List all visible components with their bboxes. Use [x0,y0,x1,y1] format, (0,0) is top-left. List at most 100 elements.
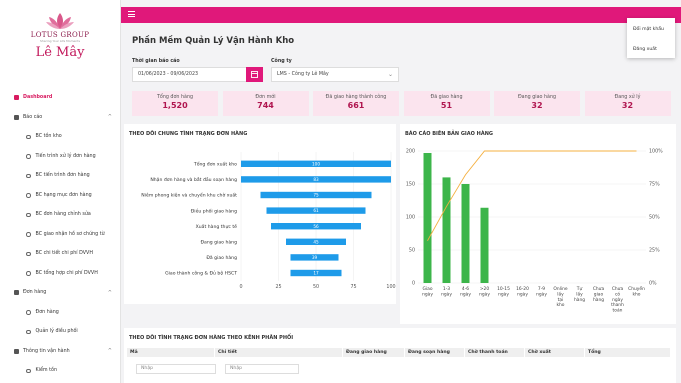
sidebar-item-label: Tiến trình xử lý đơn hàng [35,153,96,159]
sidebar-subitem[interactable]: Quản lý điều phối [0,322,120,342]
circle-icon [26,212,31,217]
sidebar-item-label: BC chi tiết chi phí DVVH [35,251,93,257]
channel-table-title: THEO DÕI TÌNH TRẠNG ĐƠN HÀNG THEO KÊNH P… [129,335,294,341]
stat-label: Đã giao hàng [430,95,463,100]
stat-value: 744 [257,101,274,110]
sidebar-nav: Dashboard Báo cáo ^ BC tồn kho Tiến trình xử… [0,88,120,381]
stat-card: Đang giao hàng 32 [494,91,580,116]
x-tick-label: >20 ngày [479,286,490,297]
bar-value-label: 45 [313,239,319,244]
menu-icon [14,95,19,101]
stat-card: Đơn mới 744 [222,91,309,116]
bar-value-label: 100 [312,161,320,166]
order-status-chart: 0 25 50 75 100 Tổng đơn xuất kho 100 Nhận đơn h… [141,152,396,290]
code-filter-input[interactable]: Nhập [136,364,216,374]
sidebar-subitem[interactable]: BC hạng mục đơn hàng [0,186,120,206]
stat-label: Đã giao hàng thành công [325,95,387,100]
category-label: Nhận đơn hàng và bắt đầu soạn hàng [150,175,237,183]
bar [442,177,451,283]
sidebar-item-label: Đơn hàng [23,290,47,296]
bar-value-label: 56 [313,224,319,229]
category-label: Đang giao hàng [201,239,238,246]
category-label: Điều phối giao hàng [191,206,237,214]
company-brand: LOTUS GROUP [30,31,90,39]
delivery-report-chart: 0 0% 50 25% 100 50% 150 75% 200 100% Giao ngày 1-3 ng… [406,149,663,314]
sidebar-item-label: Báo cáo [23,114,43,120]
sidebar-item-label: Thông tin vận hành [23,348,70,354]
circle-icon [26,232,31,237]
column-header: Đang soạn hàng [405,348,465,357]
x-tick-label: 100 [386,284,395,290]
category-label: Niêm phong kiện và chuyển khu chờ xuất [141,192,237,199]
calendar-button[interactable] [246,67,263,82]
stat-card: Đã giao hàng thành công 661 [313,91,399,116]
sidebar-subitem[interactable]: BC tiến trình đơn hàng [0,166,120,186]
sidebar-subitem[interactable]: BC giao nhận hồ sơ chứng từ [0,225,120,245]
sidebar-item-label: Quản lý điều phối [35,329,78,335]
x-tick-label: 0 [239,284,242,290]
y2-tick-label: 75% [649,182,660,188]
x-tick-label: 25 [275,284,281,290]
y-tick-label: 150 [406,182,415,188]
x-tick-label: Chuyển kho [628,285,645,297]
circle-icon [26,310,31,315]
column-header: Chờ thanh toán [465,348,525,357]
sidebar-item[interactable]: Dashboard [0,88,120,108]
x-tick-label: Online lấy tại kho [553,286,567,308]
column-header: Tổng [585,348,671,357]
bar-value-label: 61 [313,208,319,213]
stat-label: Đơn mới [255,95,276,100]
sidebar-subitem[interactable]: BC chi tiết chi phí DVVH [0,244,120,264]
x-tick-label: 75 [350,284,356,290]
sidebar-subitem[interactable]: Kiểm tồn [0,361,120,381]
category-label: Giao thành công & Đủ bộ HSCT [165,270,237,277]
channel-status-panel: THEO DÕI TÌNH TRẠNG ĐƠN HÀNG THEO KÊNH P… [124,328,676,383]
hamburger-menu-icon[interactable] [128,11,135,18]
x-tick-label: Tự lấy hàng [574,286,585,303]
sidebar: LOTUS GROUP Sharing Your Life Moments Lê… [0,0,121,383]
sidebar-subitem[interactable]: BC tồn kho [0,127,120,147]
detail-filter-input[interactable]: Nhập [225,364,299,374]
sidebar-subitem[interactable]: BC tổng hợp chi phí DVVH [0,264,120,284]
x-tick-label: Chưa giao hàng [593,286,605,303]
circle-icon [26,134,31,139]
bar-value-label: 39 [312,255,318,260]
sidebar-item[interactable]: Thông tin vận hành ^ [0,342,120,362]
sidebar-item[interactable]: Đơn hàng ^ [0,283,120,303]
date-range-input[interactable]: 01/06/2023 - 09/06/2023 [132,67,248,82]
stat-card: Đang xử lý 32 [584,91,671,116]
chevron-up-icon: ^ [107,289,112,296]
brand-logo: LOTUS GROUP Sharing Your Life Moments Lê… [0,0,120,88]
sidebar-item-label: Dashboard [23,95,53,101]
circle-icon [26,368,31,373]
company-label: Công ty [271,59,292,64]
sidebar-item[interactable]: Báo cáo ^ [0,108,120,128]
top-bar [121,7,681,23]
order-status-panel: THEO DÕI CHUNG TÌNH TRẠNG ĐƠN HÀNG 0 25 50… [124,124,396,304]
sidebar-item-label: BC tổng hợp chi phí DVVH [35,270,98,276]
stat-value: 1,520 [162,101,188,110]
circle-icon [26,251,31,256]
stat-card: Đã giao hàng 51 [403,91,490,116]
stat-label: Tổng đơn hàng [156,95,194,100]
stat-value: 32 [621,101,634,110]
x-tick-label: 16-20 ngày [516,286,529,297]
chevron-down-icon: ⌄ [387,71,393,78]
sidebar-item-label: BC tồn kho [35,134,62,140]
sidebar-subitem[interactable]: BC đơn hàng chỉnh sửa [0,205,120,225]
y2-tick-label: 50% [649,215,660,221]
bar [423,152,432,283]
sidebar-subitem[interactable]: Đơn hàng [0,303,120,323]
stat-value: 661 [347,101,365,110]
sidebar-subitem[interactable]: Tiến trình xử lý đơn hàng [0,147,120,167]
chevron-up-icon: ^ [107,114,112,121]
bar [461,184,470,283]
menu-icon [14,348,19,354]
sidebar-item-label: BC đơn hàng chỉnh sửa [35,212,91,218]
circle-icon [26,154,31,159]
y-tick-label: 100 [406,215,415,221]
category-label: Đã giao hàng [206,254,237,261]
column-header: Mã [127,348,215,357]
sidebar-item-label: Đơn hàng [35,309,59,315]
company-select[interactable]: LMS - Công ty Lê Mây ⌄ [271,67,399,82]
